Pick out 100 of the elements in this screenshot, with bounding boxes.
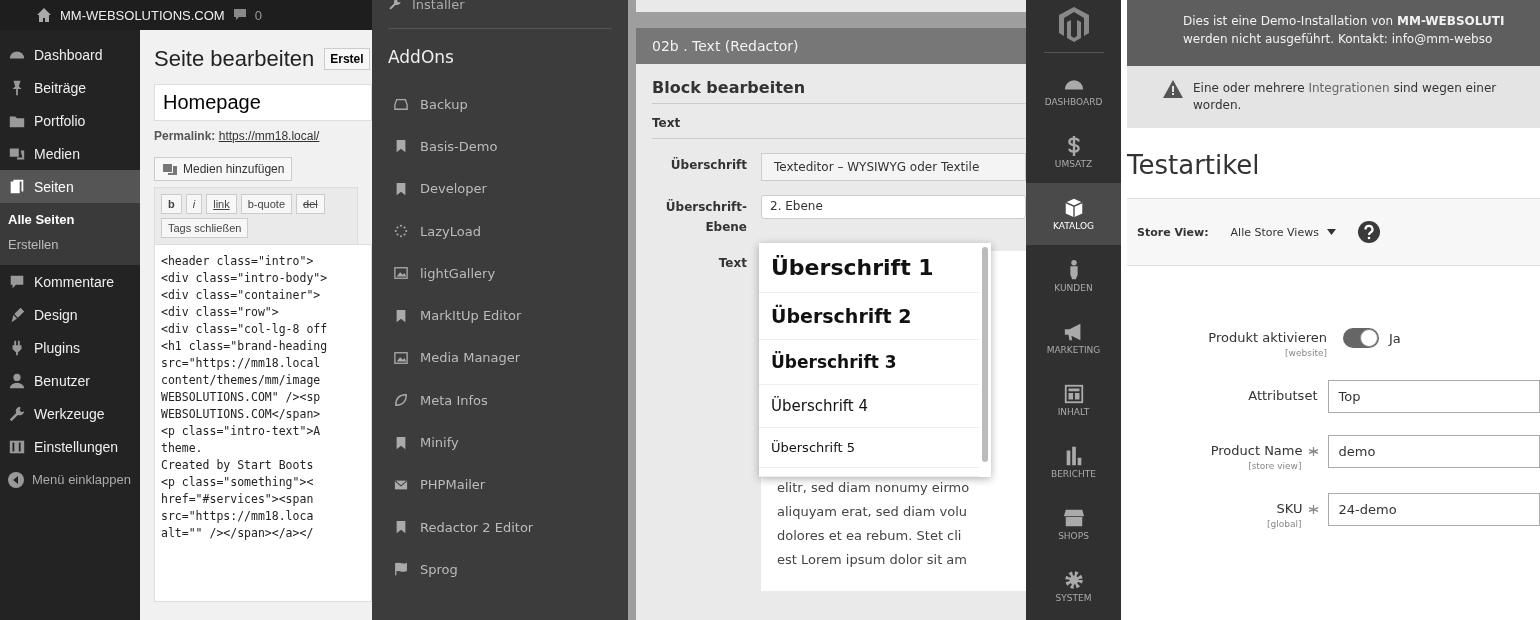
title-field[interactable]: Homepage (154, 84, 372, 121)
warning-text: sind wegen einer (1393, 81, 1497, 95)
sidebar-item[interactable]: MarkItUp Editor (388, 294, 628, 337)
required-icon (1308, 446, 1318, 456)
code-line: content/themes/mm/image (161, 372, 322, 389)
sidebar-item[interactable]: Sprog (388, 548, 628, 591)
sidebar-item[interactable]: Einstellungen (0, 430, 140, 463)
submenu-item[interactable]: Erstellen (0, 232, 140, 257)
wrench-icon (8, 404, 26, 423)
store-view-switcher[interactable]: Alle Store Views (1230, 225, 1336, 239)
help-icon[interactable] (1357, 221, 1380, 243)
sidebar-item[interactable]: Meta Infos (388, 379, 628, 422)
sidebar-item[interactable]: Minify (388, 421, 628, 464)
sidebar-item[interactable]: LazyLoad (388, 209, 628, 253)
sidebar-item[interactable]: Basis-Demo (388, 125, 628, 168)
section-heading: AddOns (388, 47, 455, 67)
collapse-menu-button[interactable]: Menü einklappen (0, 463, 140, 496)
nav-item[interactable]: SYSTEM (1026, 555, 1121, 617)
dropdown-option[interactable]: Überschrift 1 (759, 243, 979, 293)
submenu-item[interactable]: Alle Seiten (0, 207, 140, 232)
sidebar-item[interactable]: lightGallery (388, 252, 628, 295)
input-field[interactable]: 2. Ebene (761, 195, 1026, 219)
sidebar-item[interactable]: Seiten (0, 170, 140, 203)
input-field[interactable]: demo (1327, 435, 1540, 468)
scrollbar[interactable] (982, 247, 988, 462)
integrations-link[interactable]: Integrationen (1308, 81, 1390, 95)
sidebar-item[interactable]: Beiträge (0, 71, 140, 104)
nav-item[interactable]: INHALT (1026, 369, 1121, 431)
dropdown-option[interactable]: Überschrift 4 (759, 385, 979, 428)
sidebar-item[interactable]: Dashboard (0, 38, 140, 71)
code-line: WEBSOLUTIONS.COM" /><sp (161, 389, 322, 406)
sidebar-item[interactable]: Portfolio (0, 104, 140, 137)
flag-icon (394, 562, 408, 577)
code-editor[interactable] (154, 244, 372, 602)
code-line: <div class="container"> (161, 287, 322, 304)
sidebar-item[interactable]: Werkzeuge (0, 397, 140, 430)
code-line: theme. (161, 440, 204, 457)
quicktag-button[interactable]: i (185, 194, 203, 214)
sidebar-item[interactable]: Design (0, 298, 140, 331)
sidebar-item[interactable]: Medien (0, 137, 140, 170)
text-line: aliquyam erat, sed diam volu (777, 503, 969, 521)
add-media-button[interactable]: Medien hinzufügen (154, 157, 293, 181)
field-label: SKU (1276, 500, 1303, 518)
code-line: Created by Start Boots (161, 457, 315, 474)
nav-item[interactable]: KATALOG (1026, 183, 1121, 245)
dropdown-option[interactable]: Überschrift 3 (759, 340, 979, 385)
code-line: <header class="intro"> (161, 253, 315, 270)
quicktag-button[interactable]: b (161, 194, 182, 214)
toggle-switch[interactable] (1343, 328, 1379, 348)
page-heading: Seite bearbeiten (154, 46, 315, 72)
sidebar-item[interactable]: Kommentare (0, 265, 140, 298)
quicktag-button[interactable]: link (206, 194, 237, 214)
nav-item[interactable]: UMSATZ (1026, 121, 1121, 183)
quicktag-button[interactable]: b-quote (240, 194, 292, 214)
add-new-button[interactable]: Erstel (324, 48, 370, 70)
sidebar-item[interactable]: Developer (388, 167, 628, 210)
notice-text: Dies ist eine Demo-Installation von MM-WEBSOLUTI (1183, 13, 1506, 30)
site-name[interactable]: MM-WEBSOLUTIONS.COM (60, 7, 225, 23)
scope-note: [website] (1284, 348, 1327, 358)
nav-item[interactable]: KUNDEN (1026, 245, 1121, 307)
input-field[interactable]: 24-demo (1327, 493, 1540, 526)
leaf-icon (394, 393, 408, 408)
sidebar-item[interactable]: Plugins (0, 331, 140, 364)
pages-icon (8, 177, 26, 196)
sidebar-item[interactable]: Backup (388, 83, 628, 126)
sidebar-item[interactable]: PHPMailer (388, 463, 628, 506)
block-header: 02b . Text (Redactor) (636, 28, 1026, 64)
quicktag-button[interactable]: Tags schließen (161, 218, 249, 238)
nav-item[interactable]: DASHBOARD (1026, 59, 1121, 121)
image-icon (394, 266, 408, 281)
section-heading: Text (652, 104, 1026, 139)
sidebar-item[interactable]: Benutzer (0, 364, 140, 397)
logo-icon (1057, 6, 1090, 42)
notice-text: werden nicht ausgeführt. Kontakt: info@mm-webso (1183, 31, 1494, 48)
permalink-label: Permalink: (154, 129, 216, 143)
nav-item[interactable]: BERICHTE (1026, 431, 1121, 493)
text-line: elitr, sed diam nonumy eirmo (777, 479, 971, 497)
quicktag-button[interactable]: del (296, 194, 325, 214)
code-line: <h1 class="brand-heading (161, 338, 329, 355)
sidebar-item[interactable]: Redactor 2 Editor (388, 505, 628, 549)
comment-count[interactable]: 0 (254, 7, 262, 23)
code-line: WEBSOLUTIONS.COM</span> (161, 406, 322, 423)
nav-item[interactable]: SHOPS (1026, 493, 1121, 555)
text-line: est Lorem ipsum dolor sit am (777, 551, 968, 569)
warning-text: Eine oder mehrere (1193, 81, 1305, 95)
input-field[interactable]: Top (1327, 380, 1540, 413)
warning-icon (1163, 80, 1183, 98)
media-icon (162, 162, 178, 176)
bookmark-icon (394, 435, 408, 450)
field-label: Attributset (1248, 387, 1318, 405)
store-view-label: Store View: (1137, 225, 1209, 239)
select-field[interactable]: Texteditor – WYSIWYG oder Textile (761, 153, 1026, 181)
spinner-icon (394, 224, 408, 239)
dropdown-option[interactable]: Überschrift 2 (759, 293, 979, 340)
collapse-icon (8, 471, 24, 488)
permalink-link[interactable]: https://mm18.local/ (218, 129, 320, 143)
sidebar-item[interactable]: Media Manager (388, 336, 628, 380)
dropdown-option[interactable]: Überschrift 5 (759, 428, 979, 468)
nav-item[interactable]: MARKETING (1026, 307, 1121, 369)
field-label: Überschrift (669, 156, 747, 174)
